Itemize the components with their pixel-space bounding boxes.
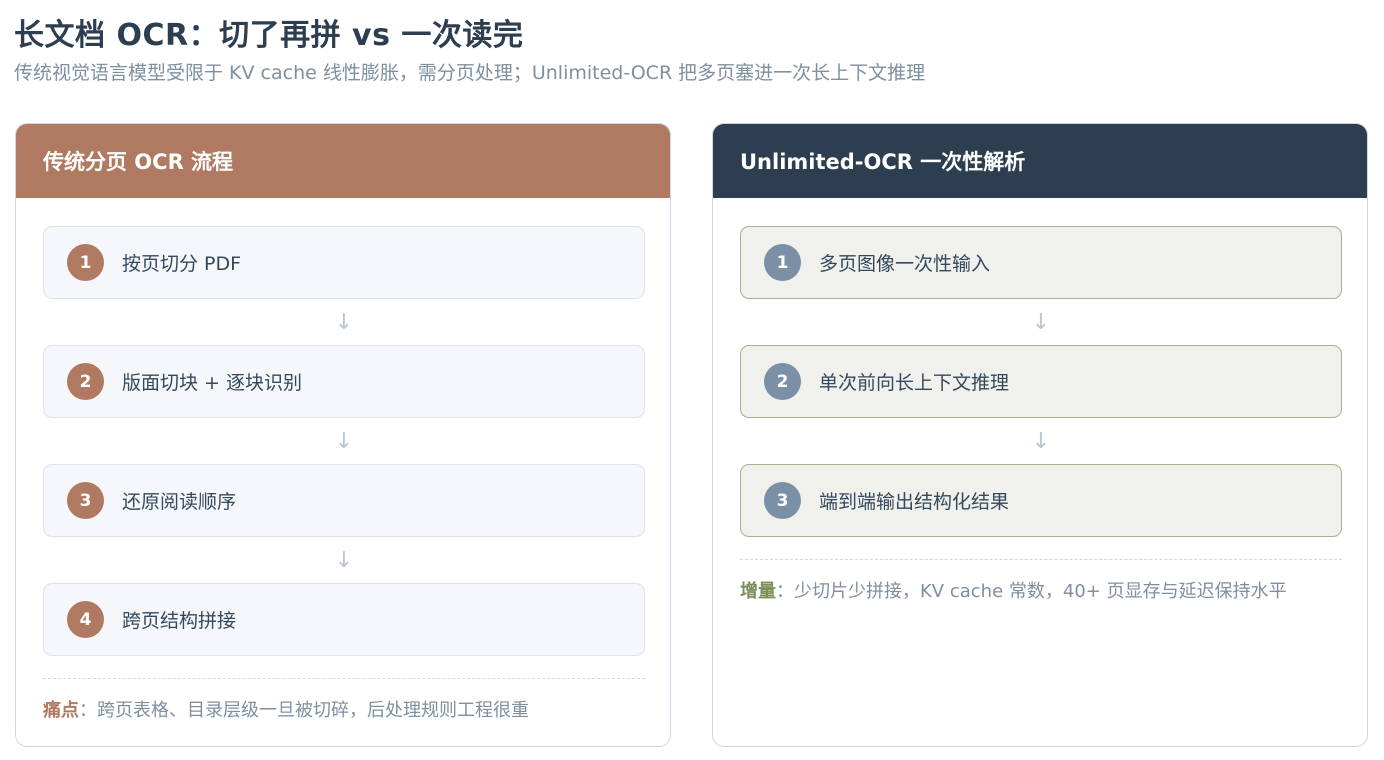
unlimited-step-1: 1 多页图像一次性输入 bbox=[740, 226, 1342, 299]
unlimited-step-3: 3 端到端输出结构化结果 bbox=[740, 464, 1342, 537]
step-label: 单次前向长上下文推理 bbox=[819, 372, 1010, 394]
down-arrow-icon: ↓ bbox=[1031, 428, 1051, 454]
dashed-divider bbox=[740, 559, 1342, 560]
step-label: 端到端输出结构化结果 bbox=[819, 491, 1010, 513]
down-arrow-icon: ↓ bbox=[334, 428, 354, 454]
step-label: 版面切块 + 逐块识别 bbox=[122, 372, 302, 394]
page-title: 长文档 OCR：切了再拼 vs 一次读完 bbox=[14, 18, 524, 53]
step-number-badge: 2 bbox=[67, 363, 104, 400]
step-number-badge: 1 bbox=[67, 244, 104, 281]
down-arrow-icon: ↓ bbox=[1031, 309, 1051, 335]
traditional-step-4: 4 跨页结构拼接 bbox=[43, 583, 645, 656]
unlimited-step-2: 2 单次前向长上下文推理 bbox=[740, 345, 1342, 418]
down-arrow-icon: ↓ bbox=[334, 309, 354, 335]
pain-point-note: 痛点：跨页表格、目录层级一旦被切碎，后处理规则工程很重 bbox=[43, 696, 645, 722]
step-label: 按页切分 PDF bbox=[122, 253, 242, 275]
page-subtitle: 传统视觉语言模型受限于 KV cache 线性膨胀，需分页处理；Unlimite… bbox=[14, 62, 926, 84]
step-number-badge: 2 bbox=[764, 363, 801, 400]
note-text: 跨页表格、目录层级一旦被切碎，后处理规则工程很重 bbox=[97, 700, 529, 721]
page: 长文档 OCR：切了再拼 vs 一次读完 传统视觉语言模型受限于 KV cach… bbox=[0, 0, 1384, 760]
traditional-step-1: 1 按页切分 PDF bbox=[43, 226, 645, 299]
traditional-steps: 1 按页切分 PDF ↓ 2 版面切块 + 逐块识别 ↓ 3 还原阅读顺序 ↓ … bbox=[43, 226, 645, 656]
note-separator: ： bbox=[79, 700, 97, 721]
step-number-badge: 4 bbox=[67, 601, 104, 638]
note-separator: ： bbox=[776, 581, 794, 602]
step-label: 还原阅读顺序 bbox=[122, 491, 237, 513]
traditional-step-3: 3 还原阅读顺序 bbox=[43, 464, 645, 537]
traditional-ocr-panel: 传统分页 OCR 流程 1 按页切分 PDF ↓ 2 版面切块 + 逐块识别 ↓… bbox=[15, 123, 671, 747]
step-number-badge: 1 bbox=[764, 244, 801, 281]
note-key: 增量 bbox=[740, 581, 776, 602]
increment-note: 增量：少切片少拼接，KV cache 常数，40+ 页显存与延迟保持水平 bbox=[740, 577, 1342, 603]
step-label: 跨页结构拼接 bbox=[122, 610, 237, 632]
unlimited-steps: 1 多页图像一次性输入 ↓ 2 单次前向长上下文推理 ↓ 3 端到端输出结构化结… bbox=[740, 226, 1342, 537]
step-number-badge: 3 bbox=[764, 482, 801, 519]
unlimited-ocr-header: Unlimited-OCR 一次性解析 bbox=[713, 124, 1367, 198]
step-label: 多页图像一次性输入 bbox=[819, 253, 991, 275]
step-number-badge: 3 bbox=[67, 482, 104, 519]
down-arrow-icon: ↓ bbox=[334, 547, 354, 573]
dashed-divider bbox=[43, 678, 645, 679]
traditional-step-2: 2 版面切块 + 逐块识别 bbox=[43, 345, 645, 418]
note-key: 痛点 bbox=[43, 700, 79, 721]
unlimited-ocr-panel: Unlimited-OCR 一次性解析 1 多页图像一次性输入 ↓ 2 单次前向… bbox=[712, 123, 1368, 747]
note-text: 少切片少拼接，KV cache 常数，40+ 页显存与延迟保持水平 bbox=[794, 581, 1287, 602]
traditional-ocr-header: 传统分页 OCR 流程 bbox=[16, 124, 670, 198]
